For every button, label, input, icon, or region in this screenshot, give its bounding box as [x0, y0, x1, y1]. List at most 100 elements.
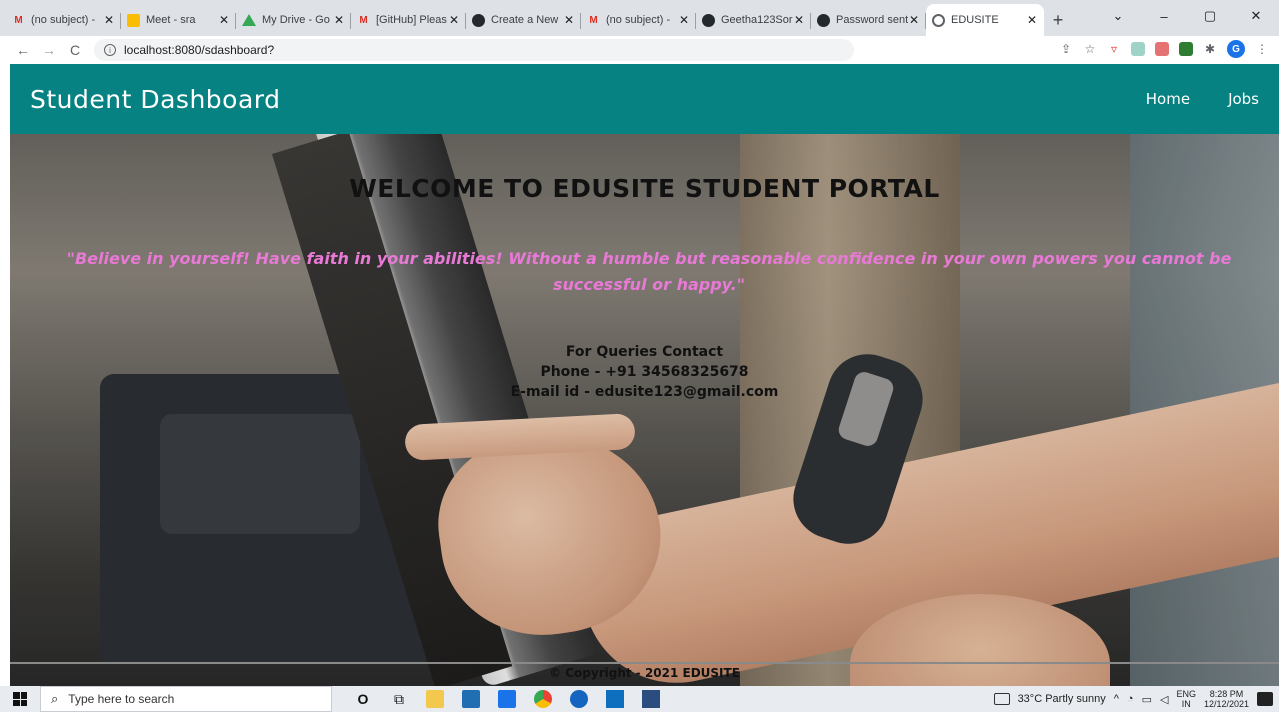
- tab-title: EDUSITE: [951, 14, 999, 26]
- browser-tab[interactable]: My Drive - Go ✕: [236, 4, 351, 36]
- contact-info: For Queries Contact Phone - +91 34568325…: [10, 342, 1279, 402]
- contact-phone: Phone - +91 34568325678: [540, 364, 749, 380]
- github-icon: [702, 13, 715, 27]
- chrome-icon[interactable]: [534, 690, 552, 708]
- browser-tab-strip: M (no subject) - ✕ Meet - sra ✕ My Drive - Go…: [0, 0, 1279, 36]
- extensions-puzzle-icon[interactable]: ✱: [1203, 42, 1217, 56]
- close-tab-icon[interactable]: ✕: [678, 13, 690, 27]
- browser-tab[interactable]: EDUSITE ✕: [926, 4, 1044, 36]
- url-text: localhost:8080/sdashboard?: [124, 43, 275, 57]
- system-tray: 33°C Partly sunny ^ ◔ ▭ ◁ ENG IN 8:28 PM…: [993, 686, 1273, 712]
- profile-avatar-icon[interactable]: G: [1227, 40, 1245, 58]
- tab-list: M (no subject) - ✕ Meet - sra ✕ My Drive - Go…: [6, 0, 1044, 36]
- app-icon[interactable]: [642, 690, 660, 708]
- gmail-icon: M: [359, 14, 368, 26]
- reload-icon[interactable]: C: [62, 42, 88, 58]
- tab-title: Password sent: [836, 14, 908, 26]
- minimize-icon[interactable]: –: [1141, 0, 1187, 32]
- close-tab-icon[interactable]: ✕: [333, 13, 345, 27]
- drive-icon: [242, 14, 256, 26]
- tab-title: [GitHub] Pleas: [376, 14, 447, 26]
- notification-icon[interactable]: [1257, 692, 1273, 706]
- browser-tab[interactable]: Meet - sra ✕: [121, 4, 236, 36]
- nav-link-jobs[interactable]: Jobs: [1228, 90, 1259, 108]
- browser-tab[interactable]: M (no subject) - ✕: [6, 4, 121, 36]
- battery-icon[interactable]: ▭: [1142, 693, 1152, 706]
- meet-icon: [127, 13, 140, 27]
- site-info-icon[interactable]: i: [104, 44, 116, 56]
- taskbar-search-box[interactable]: ⌕ Type here to search: [40, 686, 332, 712]
- contact-email: E-mail id - edusite123@gmail.com: [510, 384, 779, 400]
- close-tab-icon[interactable]: ✕: [103, 13, 115, 27]
- hero-background-image: WELCOME TO EDUSITE STUDENT PORTAL "Belie…: [10, 134, 1279, 686]
- page-viewport: Student Dashboard Home Jobs WELCOME TO E…: [10, 64, 1279, 686]
- tab-search-chevron-icon[interactable]: ⌄: [1095, 0, 1141, 32]
- task-view-icon[interactable]: ⧉: [390, 690, 408, 708]
- extensions-area: ⇪ ☆ ▿ ✱ G ⋮: [1059, 40, 1269, 58]
- show-hidden-icons-icon[interactable]: ^: [1114, 693, 1119, 705]
- close-tab-icon[interactable]: ✕: [563, 13, 575, 27]
- windows-taskbar: ⌕ Type here to search O ⧉ 33°C Partly su…: [0, 686, 1279, 712]
- browser-tab[interactable]: Password sent ✕: [811, 4, 926, 36]
- clock-date: 12/12/2021: [1203, 699, 1249, 709]
- weather-icon[interactable]: [993, 693, 1010, 705]
- file-explorer-icon[interactable]: [426, 690, 444, 708]
- contact-heading: For Queries Contact: [565, 344, 724, 360]
- search-icon: ⌕: [51, 691, 59, 706]
- windows-logo-icon: [13, 692, 27, 706]
- github-icon: [472, 13, 485, 27]
- store-icon[interactable]: [462, 690, 480, 708]
- clock[interactable]: 8:28 PM 12/12/2021: [1204, 689, 1249, 709]
- weather-text[interactable]: 33°C Partly sunny: [1018, 693, 1106, 705]
- close-tab-icon[interactable]: ✕: [1026, 13, 1038, 27]
- search-placeholder: Type here to search: [68, 692, 175, 706]
- url-field[interactable]: i localhost:8080/sdashboard?: [94, 39, 854, 61]
- tab-title: Geetha123Sor: [721, 14, 793, 26]
- tab-title: (no subject) -: [606, 14, 671, 26]
- gmail-icon: M: [589, 14, 598, 26]
- extension-icon[interactable]: [1155, 42, 1169, 56]
- language-indicator[interactable]: ENG IN: [1176, 689, 1196, 709]
- photos-icon[interactable]: [606, 690, 624, 708]
- close-tab-icon[interactable]: ✕: [448, 13, 460, 27]
- start-button[interactable]: [0, 686, 40, 712]
- cortana-icon[interactable]: O: [354, 690, 372, 708]
- network-icon[interactable]: ◔: [1127, 693, 1134, 705]
- browser-tab[interactable]: Geetha123Sor ✕: [696, 4, 811, 36]
- footer-copyright: © Copyright - 2021 EDUSITE: [549, 666, 740, 680]
- close-tab-icon[interactable]: ✕: [793, 13, 805, 27]
- edge-icon[interactable]: [570, 690, 588, 708]
- tab-title: (no subject) -: [31, 14, 96, 26]
- mail-icon[interactable]: [498, 690, 516, 708]
- navbar: Student Dashboard Home Jobs: [10, 64, 1279, 134]
- clock-time: 8:28 PM: [1209, 689, 1244, 699]
- new-tab-plus-icon[interactable]: +: [1044, 4, 1072, 36]
- volume-icon[interactable]: ◁: [1160, 693, 1168, 706]
- share-icon[interactable]: ⇪: [1059, 42, 1073, 56]
- footer-divider: [10, 662, 1279, 664]
- extension-icon[interactable]: [1131, 42, 1145, 56]
- browser-menu-icon[interactable]: ⋮: [1255, 42, 1269, 56]
- globe-icon: [932, 13, 945, 27]
- motivational-quote: "Believe in yourself! Have faith in your…: [66, 249, 1232, 294]
- back-arrow-icon[interactable]: ←: [10, 42, 36, 58]
- close-window-icon[interactable]: ✕: [1233, 0, 1279, 32]
- forward-arrow-icon[interactable]: →: [36, 42, 62, 58]
- gmail-icon: M: [14, 14, 23, 26]
- github-icon: [817, 13, 830, 27]
- close-tab-icon[interactable]: ✕: [908, 13, 920, 27]
- welcome-heading: WELCOME TO EDUSITE STUDENT PORTAL: [349, 174, 940, 203]
- browser-tab[interactable]: M [GitHub] Pleas ✕: [351, 4, 466, 36]
- extension-check-icon[interactable]: [1179, 42, 1193, 56]
- bookmark-star-icon[interactable]: ☆: [1083, 42, 1097, 56]
- tab-title: My Drive - Go: [262, 14, 330, 26]
- address-bar: ← → C i localhost:8080/sdashboard? ⇪ ☆ ▿…: [0, 36, 1279, 64]
- close-tab-icon[interactable]: ✕: [218, 13, 230, 27]
- browser-tab[interactable]: M (no subject) - ✕: [581, 4, 696, 36]
- tab-title: Create a New: [491, 14, 559, 26]
- pinned-apps: O ⧉: [354, 690, 660, 708]
- pocket-extension-icon[interactable]: ▿: [1107, 42, 1121, 56]
- browser-tab[interactable]: Create a New ✕: [466, 4, 581, 36]
- nav-link-home[interactable]: Home: [1146, 90, 1190, 108]
- maximize-icon[interactable]: ▢: [1187, 0, 1233, 32]
